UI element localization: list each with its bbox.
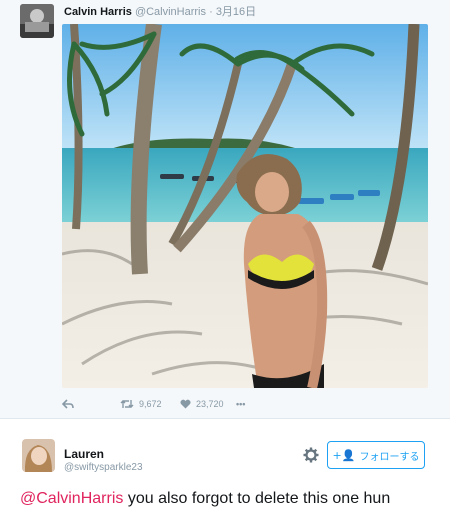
author-line: Calvin Harris @CalvinHarris · 3月16日 [64,3,256,19]
reply-tweet: Lauren @swiftysparkle23 +👤 フォローする @Calvi… [0,418,450,530]
beach-photo-image [62,24,428,388]
follow-button-label: フォローする [359,451,420,463]
mention-link[interactable]: @CalvinHarris [20,490,123,507]
more-icon[interactable]: ••• [236,396,245,412]
author-handle[interactable]: @CalvinHarris [135,6,206,18]
gear-icon[interactable] [302,446,320,464]
like-count: 23,720 [196,399,224,409]
author-avatar[interactable] [20,4,54,38]
reply-avatar-image [22,439,55,472]
separator-dot: · [209,6,213,18]
heart-icon [180,399,191,409]
tweet-date[interactable]: 3月16日 [216,6,256,18]
reply-icon [62,399,74,409]
retweet-action[interactable]: 9,672 [120,396,162,412]
author-name[interactable]: Calvin Harris [64,6,132,18]
add-user-icon: +👤 [332,448,356,462]
retweet-count: 9,672 [139,399,162,409]
reply-author-handle[interactable]: @swiftysparkle23 [64,462,143,473]
reply-avatar[interactable] [22,439,55,472]
retweet-icon [120,400,134,408]
reply-action[interactable] [62,396,74,412]
reply-body: you also forgot to delete this one hun [123,490,391,507]
like-action[interactable]: 23,720 [180,396,224,412]
tweet-photo[interactable] [62,24,428,388]
follow-button[interactable]: +👤 フォローする [327,441,425,469]
author-avatar-image [20,4,54,38]
tweet-card: Calvin Harris @CalvinHarris · 3月16日 9,67… [0,0,450,418]
reply-text: @CalvinHarris you also forgot to delete … [20,489,430,508]
tweet-actions: 9,672 23,720 ••• [62,396,392,412]
reply-author-name[interactable]: Lauren [64,447,104,461]
